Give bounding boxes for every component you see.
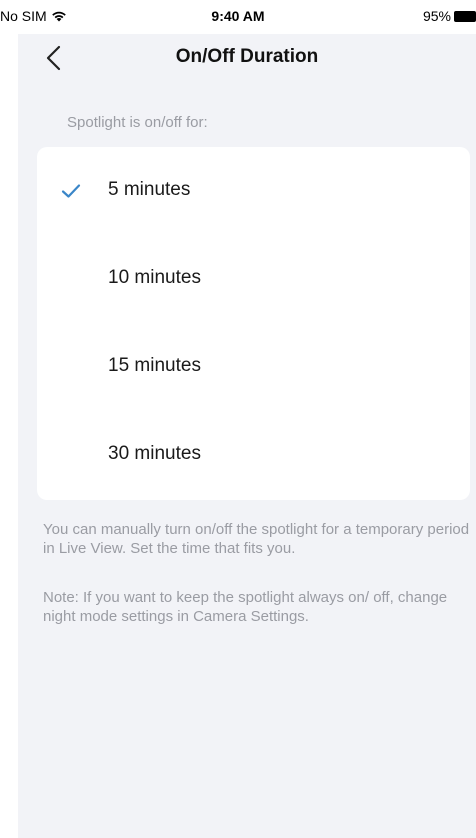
description-text: You can manually turn on/off the spotlig… bbox=[43, 521, 470, 557]
note-text: Note: If you want to keep the spotlight … bbox=[43, 589, 448, 625]
status-bar: No SIM 9:40 AM 95% bbox=[0, 0, 476, 34]
section-header: Spotlight is on/off for: bbox=[67, 114, 208, 131]
battery-indicator: 95% bbox=[423, 8, 476, 24]
option-5-minutes[interactable]: 5 minutes bbox=[37, 147, 470, 235]
battery-icon bbox=[454, 10, 476, 22]
option-10-minutes[interactable]: 10 minutes bbox=[37, 235, 470, 323]
navigation-bar: On/Off Duration bbox=[18, 34, 476, 82]
option-label: 30 minutes bbox=[108, 443, 201, 464]
option-label: 5 minutes bbox=[108, 179, 191, 200]
duration-options-list: 5 minutes 10 minutes 15 minutes 30 minut… bbox=[37, 147, 470, 500]
checkmark-icon bbox=[61, 184, 81, 198]
battery-percentage: 95% bbox=[422, 8, 451, 24]
option-30-minutes[interactable]: 30 minutes bbox=[37, 411, 470, 499]
page-title: On/Off Duration bbox=[175, 46, 319, 67]
clock: 9:40 AM bbox=[211, 8, 265, 24]
option-15-minutes[interactable]: 15 minutes bbox=[37, 323, 470, 411]
option-label: 10 minutes bbox=[108, 267, 201, 288]
option-label: 15 minutes bbox=[108, 355, 201, 376]
